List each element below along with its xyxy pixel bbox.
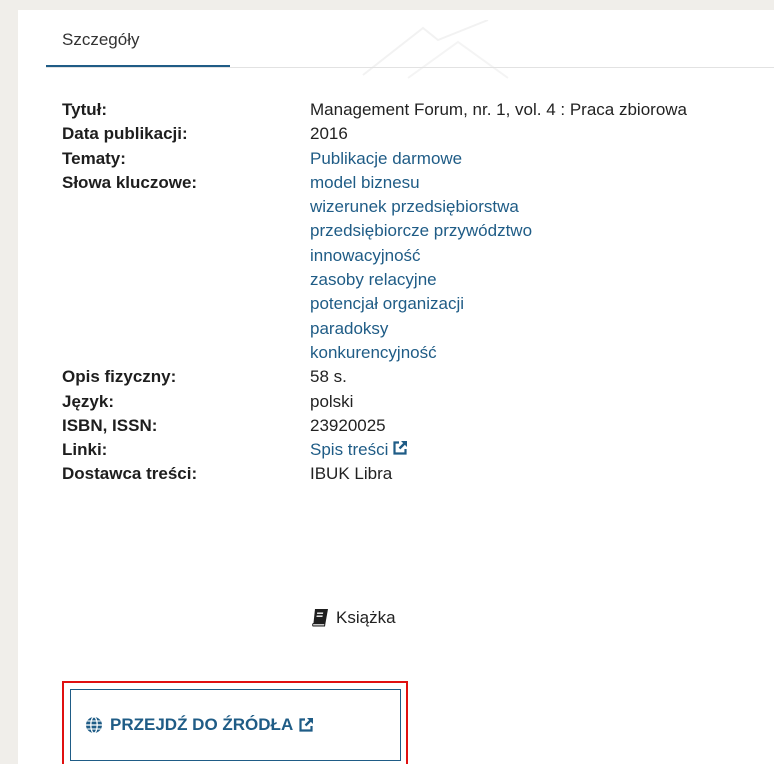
row-title: Tytuł: Management Forum, nr. 1, vol. 4 :… — [62, 98, 687, 122]
label-language: Język: — [62, 391, 114, 411]
keyword-link[interactable]: konkurencyjność — [310, 341, 532, 365]
label-links: Linki: — [62, 440, 108, 460]
keyword-link[interactable]: potencjał organizacji — [310, 292, 532, 316]
row-physical: Opis fizyczny: 58 s. — [62, 365, 687, 389]
toc-link-label: Spis treści — [310, 440, 389, 460]
item-type-label: Książka — [336, 608, 396, 627]
external-link-icon — [299, 718, 314, 732]
row-keywords: Słowa kluczowe: model biznesu wizerunek … — [62, 171, 687, 365]
book-icon — [312, 609, 328, 627]
tab-details[interactable]: Szczegóły — [46, 10, 230, 67]
row-links: Linki: Spis treści — [62, 438, 687, 462]
go-to-source-label: PRZEJDŹ DO ŹRÓDŁA — [110, 715, 294, 734]
globe-icon — [86, 716, 102, 734]
value-isbn: 23920025 — [310, 415, 386, 435]
keyword-link[interactable]: paradoksy — [310, 317, 532, 341]
tab-bar: Szczegóły — [46, 10, 774, 68]
external-link-icon — [393, 441, 408, 455]
label-provider: Dostawca treści: — [62, 464, 198, 484]
row-language: Język: polski — [62, 390, 687, 414]
keyword-link[interactable]: wizerunek przedsiębiorstwa — [310, 195, 532, 219]
subject-links: Publikacje darmowe — [310, 147, 462, 171]
label-physical: Opis fizyczny: — [62, 367, 177, 387]
label-isbn: ISBN, ISSN: — [62, 415, 158, 435]
label-title: Tytuł: — [62, 100, 108, 119]
details-panel: Szczegóły Tytuł: Management Forum, nr. 1… — [18, 10, 774, 764]
keyword-link[interactable]: innowacyjność — [310, 244, 532, 268]
value-language: polski — [310, 391, 354, 411]
label-subjects: Tematy: — [62, 148, 126, 168]
item-type: Książka — [310, 608, 396, 628]
value-date: 2016 — [310, 124, 348, 144]
row-provider: Dostawca treści: IBUK Libra — [62, 462, 687, 486]
external-links: Spis treści — [310, 438, 408, 462]
label-keywords: Słowa kluczowe: — [62, 172, 198, 192]
details-list: Tytuł: Management Forum, nr. 1, vol. 4 :… — [62, 98, 687, 487]
value-title: Management Forum, nr. 1, vol. 4 : Praca … — [310, 100, 688, 119]
go-to-source-button[interactable]: PRZEJDŹ DO ŹRÓDŁA — [70, 689, 401, 761]
subject-link[interactable]: Publikacje darmowe — [310, 147, 462, 171]
keyword-links: model biznesu wizerunek przedsiębiorstwa… — [310, 171, 532, 365]
keyword-link[interactable]: zasoby relacyjne — [310, 268, 532, 292]
label-date: Data publikacji: — [62, 124, 188, 144]
value-provider: IBUK Libra — [310, 464, 393, 484]
keyword-link[interactable]: model biznesu — [310, 171, 532, 195]
row-subjects: Tematy: Publikacje darmowe — [62, 147, 687, 171]
value-physical: 58 s. — [310, 367, 347, 387]
row-isbn: ISBN, ISSN: 23920025 — [62, 414, 687, 438]
toc-link[interactable]: Spis treści — [310, 438, 408, 462]
keyword-link[interactable]: przedsiębiorcze przywództwo — [310, 219, 532, 243]
row-date: Data publikacji: 2016 — [62, 122, 687, 146]
